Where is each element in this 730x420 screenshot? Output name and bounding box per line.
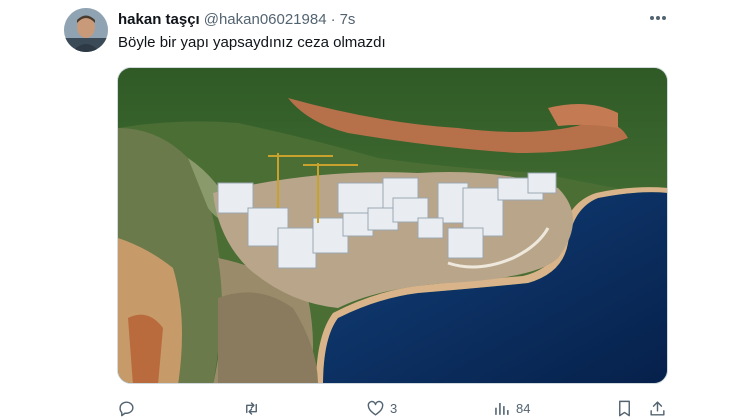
like-button[interactable]: 3 (366, 396, 397, 420)
avatar[interactable] (64, 8, 108, 52)
tweet-header: hakan taşçı @hakan06021984 · 7s (118, 9, 355, 29)
tweet-media-image[interactable] (117, 67, 668, 384)
reply-icon (119, 400, 134, 416)
bookmark-icon (619, 400, 630, 416)
separator-dot: · (330, 10, 336, 28)
aerial-photo (118, 68, 667, 383)
more-horizontal-icon (650, 16, 666, 20)
tweet-text: Böyle bir yapı yapsaydınız ceza olmazdı (118, 34, 386, 51)
author-name[interactable]: hakan taşçı (118, 11, 200, 28)
share-button[interactable] (648, 396, 667, 420)
retweet-icon (246, 401, 257, 415)
like-count: 3 (390, 400, 398, 416)
more-options-button[interactable] (645, 8, 671, 28)
retweet-button[interactable] (242, 396, 266, 420)
views-chart-icon (495, 402, 509, 415)
views-button[interactable]: 84 (492, 396, 530, 420)
reply-button[interactable] (117, 396, 141, 420)
tweet-time[interactable]: 7s (340, 11, 356, 28)
views-count: 84 (516, 400, 531, 416)
tweet-card[interactable]: hakan taşçı @hakan06021984 · 7s Böyle bi… (0, 0, 730, 420)
share-icon (650, 400, 665, 416)
tweet-actions: 3 84 (0, 396, 730, 420)
author-handle[interactable]: @hakan06021984 (204, 11, 327, 28)
bookmark-button[interactable] (615, 396, 634, 420)
heart-icon (367, 400, 384, 416)
